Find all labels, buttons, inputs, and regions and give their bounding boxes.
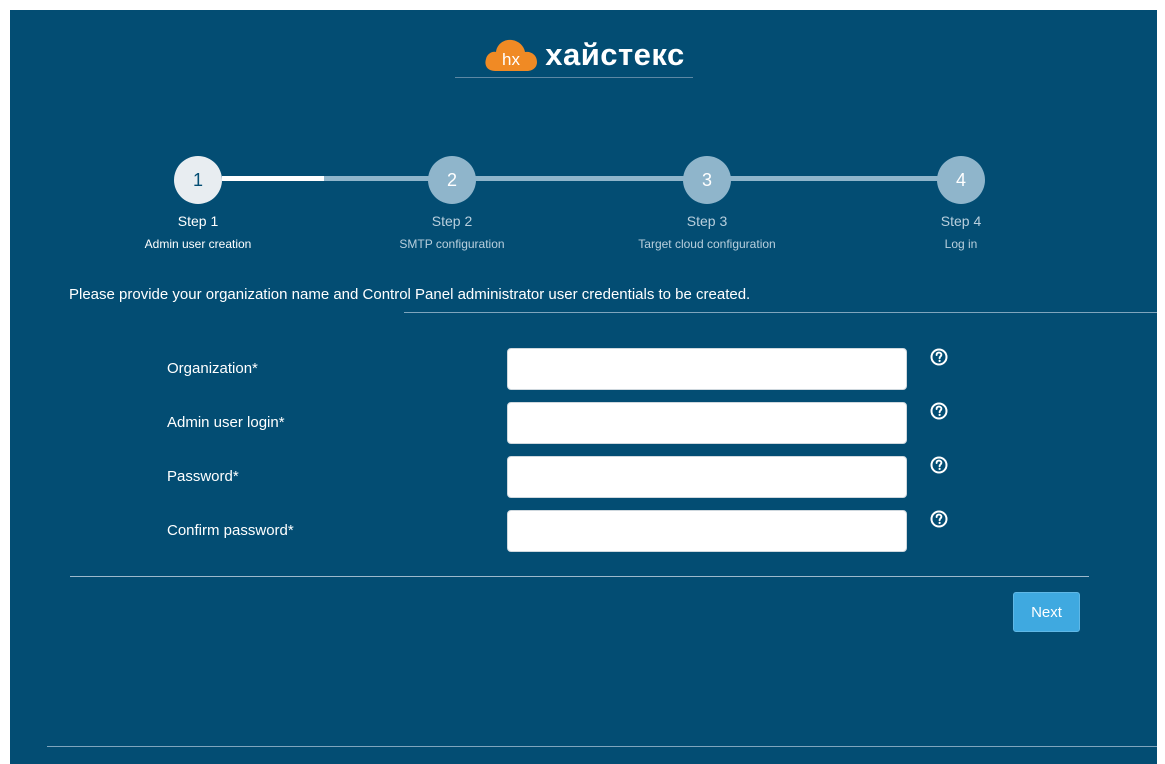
intro-divider <box>404 312 1157 313</box>
password-label: Password* <box>167 468 239 485</box>
intro-text: Please provide your organization name an… <box>69 286 751 303</box>
password-input[interactable] <box>507 456 907 498</box>
organization-row: Organization* <box>10 348 1157 390</box>
svg-text:hx: hx <box>502 50 520 69</box>
organization-input[interactable] <box>507 348 907 390</box>
confirm-password-input[interactable] <box>507 510 907 552</box>
step-3-title: Step 3 <box>686 213 728 229</box>
footer-divider <box>47 746 1157 747</box>
confirm-password-label: Confirm password* <box>167 522 294 539</box>
step-2-circle: 2 <box>428 156 476 204</box>
step-1: 1 Step 1 Admin user creation <box>98 156 298 251</box>
step-4-title: Step 4 <box>940 213 982 229</box>
question-circle-icon[interactable] <box>930 456 948 474</box>
brand-name: хайстекс <box>545 37 685 72</box>
setup-wizard-panel: hx хайстекс 1 Step 1 Admin user creation… <box>10 10 1157 764</box>
brand-logo: hx хайстекс <box>465 32 703 78</box>
step-2-title: Step 2 <box>431 213 473 229</box>
step-4-circle: 4 <box>937 156 985 204</box>
question-circle-icon[interactable] <box>930 402 948 420</box>
confirm-password-row: Confirm password* <box>10 510 1157 552</box>
logo-divider <box>455 77 693 78</box>
stepper-track <box>222 176 962 181</box>
step-3-circle: 3 <box>683 156 731 204</box>
cloud-logo-icon: hx <box>485 39 538 71</box>
form-divider <box>70 576 1089 577</box>
next-button[interactable]: Next <box>1013 592 1080 632</box>
step-1-circle: 1 <box>174 156 222 204</box>
admin-login-input[interactable] <box>507 402 907 444</box>
question-circle-icon[interactable] <box>930 348 948 366</box>
admin-login-label: Admin user login* <box>167 414 285 431</box>
admin-login-row: Admin user login* <box>10 402 1157 444</box>
step-2: 2 Step 2 SMTP configuration <box>352 156 552 251</box>
step-4-subtitle: Log in <box>944 237 978 251</box>
organization-label: Organization* <box>167 360 258 377</box>
password-row: Password* <box>10 456 1157 498</box>
step-1-subtitle: Admin user creation <box>144 237 252 251</box>
step-4: 4 Step 4 Log in <box>861 156 1061 251</box>
step-3-subtitle: Target cloud configuration <box>638 237 776 251</box>
step-3: 3 Step 3 Target cloud configuration <box>607 156 807 251</box>
step-2-subtitle: SMTP configuration <box>399 237 505 251</box>
step-1-title: Step 1 <box>177 213 219 229</box>
question-circle-icon[interactable] <box>930 510 948 528</box>
